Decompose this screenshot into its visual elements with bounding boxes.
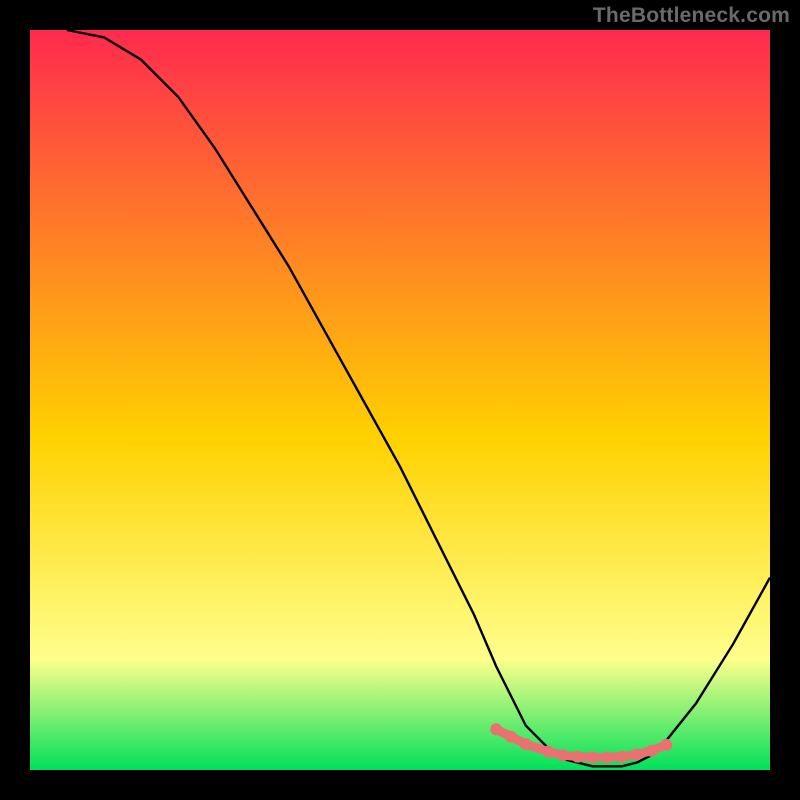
optimal-dot (557, 749, 569, 761)
optimal-dot (520, 738, 532, 750)
plot-background (30, 30, 770, 770)
optimal-dot (542, 746, 554, 758)
chart-frame: TheBottleneck.com (0, 0, 800, 800)
optimal-dot (505, 731, 517, 743)
chart-svg (0, 0, 800, 800)
optimal-dot (646, 745, 658, 757)
optimal-dot (572, 751, 584, 763)
optimal-dot (586, 751, 598, 763)
watermark-text: TheBottleneck.com (593, 4, 790, 28)
optimal-dot (490, 723, 502, 735)
optimal-dot (660, 739, 672, 751)
optimal-dot (631, 749, 643, 761)
optimal-dot (616, 751, 628, 763)
optimal-dot (601, 751, 613, 763)
